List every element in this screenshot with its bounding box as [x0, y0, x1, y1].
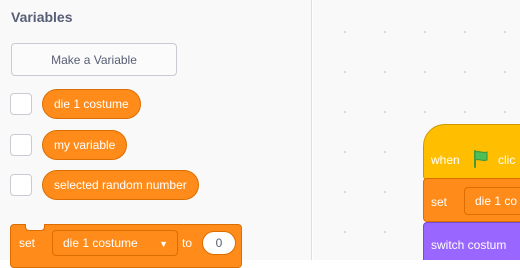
block-palette: Variables Make a Variable die 1 costume …	[0, 0, 312, 268]
variable-row: my variable	[10, 130, 128, 160]
variable-reporter-block[interactable]: die 1 costume	[42, 89, 141, 119]
to-label: to	[182, 236, 193, 250]
variable-dropdown[interactable]: die 1 costume ▼	[52, 230, 178, 256]
green-flag-icon	[474, 150, 488, 168]
category-title: Variables	[11, 9, 73, 25]
make-variable-button[interactable]: Make a Variable	[11, 43, 177, 76]
switch-costume-label: switch costum	[431, 238, 507, 252]
variable-monitor-checkbox[interactable]	[10, 174, 32, 196]
block-notch	[25, 224, 45, 231]
when-flag-clicked-block[interactable]: when clic	[423, 124, 520, 180]
set-variable-block[interactable]: set die 1 costume ▼ to 0	[10, 224, 242, 268]
chevron-down-icon: ▼	[159, 239, 168, 249]
variable-row: die 1 costume	[10, 89, 141, 119]
set-label: set	[19, 236, 36, 250]
value-input[interactable]: 0	[202, 231, 236, 255]
variable-reporter-block[interactable]: my variable	[42, 130, 128, 160]
script-workspace[interactable]: when clic set die 1 co switch costum	[313, 0, 520, 260]
variable-reporter-block[interactable]: selected random number	[42, 170, 199, 200]
dropdown-value: die 1 co	[475, 194, 518, 208]
clicked-label: clic	[498, 153, 516, 167]
set-variable-block[interactable]: set die 1 co	[423, 178, 520, 222]
when-label: when	[431, 153, 460, 167]
set-label: set	[431, 195, 448, 209]
variable-dropdown[interactable]: die 1 co	[464, 187, 520, 215]
switch-costume-block[interactable]: switch costum	[423, 222, 520, 260]
dropdown-value: die 1 costume	[63, 236, 138, 250]
variable-row: selected random number	[10, 170, 199, 200]
variable-monitor-checkbox[interactable]	[10, 93, 32, 115]
variable-monitor-checkbox[interactable]	[10, 134, 32, 156]
